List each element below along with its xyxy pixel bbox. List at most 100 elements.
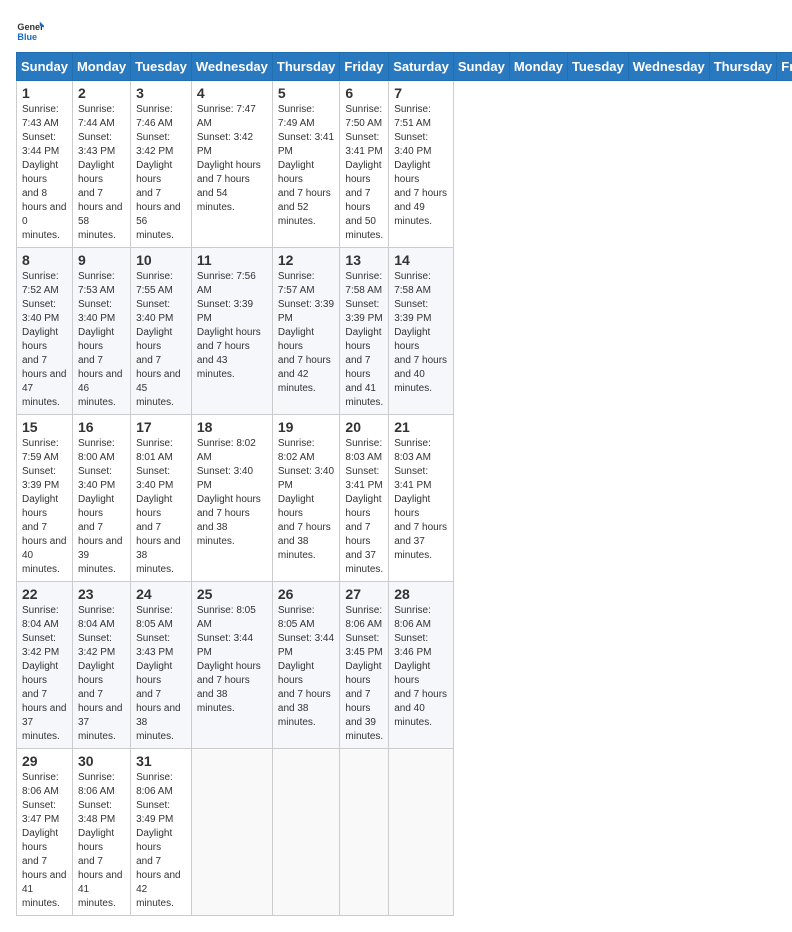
day-number: 28 (394, 586, 448, 602)
header-day-friday: Friday (777, 53, 792, 81)
calendar-table: SundayMondayTuesdayWednesdayThursdayFrid… (16, 52, 792, 916)
day-cell: 29 Sunrise: 8:06 AM Sunset: 3:47 PM Dayl… (17, 749, 73, 916)
day-cell: 11 Sunrise: 7:56 AM Sunset: 3:39 PM Dayl… (191, 248, 272, 415)
day-number: 12 (278, 252, 335, 268)
header-saturday: Saturday (389, 53, 454, 81)
day-number: 23 (78, 586, 125, 602)
day-number: 26 (278, 586, 335, 602)
day-info: Sunrise: 7:43 AM Sunset: 3:44 PM Dayligh… (22, 103, 67, 243)
day-cell: 13 Sunrise: 7:58 AM Sunset: 3:39 PM Dayl… (340, 248, 389, 415)
day-info: Sunrise: 8:02 AM Sunset: 3:40 PM Dayligh… (197, 437, 267, 549)
day-info: Sunrise: 8:05 AM Sunset: 3:44 PM Dayligh… (197, 604, 267, 716)
day-cell: 3 Sunrise: 7:46 AM Sunset: 3:42 PM Dayli… (131, 81, 192, 248)
day-cell: 27 Sunrise: 8:06 AM Sunset: 3:45 PM Dayl… (340, 582, 389, 749)
day-cell: 24 Sunrise: 8:05 AM Sunset: 3:43 PM Dayl… (131, 582, 192, 749)
logo-icon: General Blue (16, 16, 44, 44)
day-info: Sunrise: 8:06 AM Sunset: 3:49 PM Dayligh… (136, 771, 186, 911)
day-info: Sunrise: 8:06 AM Sunset: 3:47 PM Dayligh… (22, 771, 67, 911)
day-info: Sunrise: 7:59 AM Sunset: 3:39 PM Dayligh… (22, 437, 67, 577)
day-number: 20 (345, 419, 383, 435)
day-info: Sunrise: 7:52 AM Sunset: 3:40 PM Dayligh… (22, 270, 67, 410)
day-info: Sunrise: 7:58 AM Sunset: 3:39 PM Dayligh… (345, 270, 383, 410)
day-info: Sunrise: 7:47 AM Sunset: 3:42 PM Dayligh… (197, 103, 267, 215)
day-cell: 5 Sunrise: 7:49 AM Sunset: 3:41 PM Dayli… (272, 81, 340, 248)
day-cell: 17 Sunrise: 8:01 AM Sunset: 3:40 PM Dayl… (131, 415, 192, 582)
day-cell: 16 Sunrise: 8:00 AM Sunset: 3:40 PM Dayl… (72, 415, 130, 582)
header-day-monday: Monday (509, 53, 567, 81)
week-row-5: 29 Sunrise: 8:06 AM Sunset: 3:47 PM Dayl… (17, 749, 792, 916)
day-number: 6 (345, 85, 383, 101)
day-cell: 18 Sunrise: 8:02 AM Sunset: 3:40 PM Dayl… (191, 415, 272, 582)
page-header: General Blue (16, 16, 776, 44)
header-day-sunday: Sunday (453, 53, 509, 81)
day-info: Sunrise: 7:56 AM Sunset: 3:39 PM Dayligh… (197, 270, 267, 382)
day-info: Sunrise: 8:05 AM Sunset: 3:43 PM Dayligh… (136, 604, 186, 744)
header-day-thursday: Thursday (709, 53, 777, 81)
day-number: 19 (278, 419, 335, 435)
header-day-wednesday: Wednesday (628, 53, 709, 81)
day-info: Sunrise: 7:58 AM Sunset: 3:39 PM Dayligh… (394, 270, 448, 396)
week-row-1: 1 Sunrise: 7:43 AM Sunset: 3:44 PM Dayli… (17, 81, 792, 248)
day-number: 17 (136, 419, 186, 435)
day-info: Sunrise: 7:46 AM Sunset: 3:42 PM Dayligh… (136, 103, 186, 243)
day-number: 24 (136, 586, 186, 602)
day-cell (191, 749, 272, 916)
day-number: 13 (345, 252, 383, 268)
day-cell: 25 Sunrise: 8:05 AM Sunset: 3:44 PM Dayl… (191, 582, 272, 749)
svg-text:Blue: Blue (17, 32, 37, 42)
day-info: Sunrise: 8:00 AM Sunset: 3:40 PM Dayligh… (78, 437, 125, 577)
week-row-3: 15 Sunrise: 7:59 AM Sunset: 3:39 PM Dayl… (17, 415, 792, 582)
day-number: 16 (78, 419, 125, 435)
day-number: 9 (78, 252, 125, 268)
day-number: 30 (78, 753, 125, 769)
day-info: Sunrise: 8:01 AM Sunset: 3:40 PM Dayligh… (136, 437, 186, 577)
day-cell: 8 Sunrise: 7:52 AM Sunset: 3:40 PM Dayli… (17, 248, 73, 415)
day-info: Sunrise: 7:44 AM Sunset: 3:43 PM Dayligh… (78, 103, 125, 243)
week-row-4: 22 Sunrise: 8:04 AM Sunset: 3:42 PM Dayl… (17, 582, 792, 749)
day-info: Sunrise: 8:04 AM Sunset: 3:42 PM Dayligh… (22, 604, 67, 744)
day-cell: 28 Sunrise: 8:06 AM Sunset: 3:46 PM Dayl… (389, 582, 454, 749)
day-cell: 31 Sunrise: 8:06 AM Sunset: 3:49 PM Dayl… (131, 749, 192, 916)
day-cell: 14 Sunrise: 7:58 AM Sunset: 3:39 PM Dayl… (389, 248, 454, 415)
day-number: 22 (22, 586, 67, 602)
header-tuesday: Tuesday (131, 53, 192, 81)
day-number: 29 (22, 753, 67, 769)
day-info: Sunrise: 7:57 AM Sunset: 3:39 PM Dayligh… (278, 270, 335, 396)
day-number: 10 (136, 252, 186, 268)
day-number: 11 (197, 252, 267, 268)
header-thursday: Thursday (272, 53, 340, 81)
header-day-tuesday: Tuesday (567, 53, 628, 81)
day-cell: 15 Sunrise: 7:59 AM Sunset: 3:39 PM Dayl… (17, 415, 73, 582)
day-info: Sunrise: 8:06 AM Sunset: 3:46 PM Dayligh… (394, 604, 448, 730)
day-cell (272, 749, 340, 916)
day-cell: 2 Sunrise: 7:44 AM Sunset: 3:43 PM Dayli… (72, 81, 130, 248)
day-cell (340, 749, 389, 916)
day-number: 5 (278, 85, 335, 101)
day-cell: 12 Sunrise: 7:57 AM Sunset: 3:39 PM Dayl… (272, 248, 340, 415)
day-info: Sunrise: 8:02 AM Sunset: 3:40 PM Dayligh… (278, 437, 335, 563)
day-number: 25 (197, 586, 267, 602)
day-cell: 23 Sunrise: 8:04 AM Sunset: 3:42 PM Dayl… (72, 582, 130, 749)
day-info: Sunrise: 7:53 AM Sunset: 3:40 PM Dayligh… (78, 270, 125, 410)
day-info: Sunrise: 7:50 AM Sunset: 3:41 PM Dayligh… (345, 103, 383, 243)
day-cell: 30 Sunrise: 8:06 AM Sunset: 3:48 PM Dayl… (72, 749, 130, 916)
day-number: 7 (394, 85, 448, 101)
day-number: 14 (394, 252, 448, 268)
day-cell: 22 Sunrise: 8:04 AM Sunset: 3:42 PM Dayl… (17, 582, 73, 749)
day-cell: 4 Sunrise: 7:47 AM Sunset: 3:42 PM Dayli… (191, 81, 272, 248)
day-cell: 21 Sunrise: 8:03 AM Sunset: 3:41 PM Dayl… (389, 415, 454, 582)
day-number: 1 (22, 85, 67, 101)
calendar-header-row: SundayMondayTuesdayWednesdayThursdayFrid… (17, 53, 792, 81)
day-number: 4 (197, 85, 267, 101)
day-info: Sunrise: 7:51 AM Sunset: 3:40 PM Dayligh… (394, 103, 448, 229)
day-info: Sunrise: 7:49 AM Sunset: 3:41 PM Dayligh… (278, 103, 335, 229)
day-number: 27 (345, 586, 383, 602)
day-number: 3 (136, 85, 186, 101)
day-cell: 1 Sunrise: 7:43 AM Sunset: 3:44 PM Dayli… (17, 81, 73, 248)
header-wednesday: Wednesday (191, 53, 272, 81)
day-cell: 19 Sunrise: 8:02 AM Sunset: 3:40 PM Dayl… (272, 415, 340, 582)
day-cell: 9 Sunrise: 7:53 AM Sunset: 3:40 PM Dayli… (72, 248, 130, 415)
day-info: Sunrise: 7:55 AM Sunset: 3:40 PM Dayligh… (136, 270, 186, 410)
day-cell: 26 Sunrise: 8:05 AM Sunset: 3:44 PM Dayl… (272, 582, 340, 749)
day-cell: 7 Sunrise: 7:51 AM Sunset: 3:40 PM Dayli… (389, 81, 454, 248)
